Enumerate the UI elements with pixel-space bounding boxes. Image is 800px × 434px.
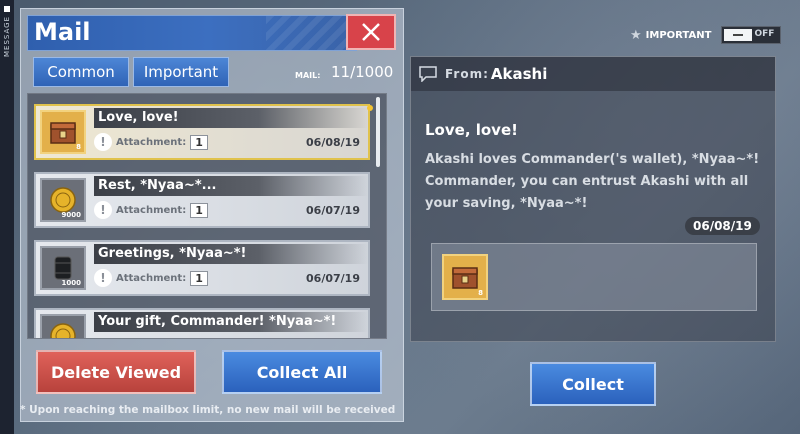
attachment-label: Attachment:: [116, 136, 187, 148]
side-strip: MESSAGE: [0, 0, 14, 434]
attachment-count: 1: [190, 134, 208, 150]
attachment-item[interactable]: 8: [442, 254, 488, 300]
side-indicator: [4, 6, 10, 12]
important-toggle[interactable]: OFF: [721, 26, 782, 44]
mail-date: 06/07/19: [306, 272, 360, 285]
attachment-box: 8: [431, 243, 757, 311]
from-label: From:: [445, 67, 489, 81]
mail-subject: Love, love!: [94, 108, 368, 128]
mail-item-selected[interactable]: 8 Love, love! ! Attachment: 1 06/08/19: [34, 104, 370, 160]
attachment-label: Attachment:: [116, 204, 187, 216]
mail-date: 06/08/19: [306, 136, 360, 149]
sender-name: Akashi: [490, 65, 548, 83]
exclamation-icon: !: [94, 133, 112, 151]
mail-item[interactable]: Your gift, Commander! *Nyaa~*!: [34, 308, 370, 338]
attachment-info: ! Attachment: 1: [94, 200, 244, 220]
mail-item[interactable]: 1000 Greetings, *Nyaa~*! ! Attachment: 1…: [34, 240, 370, 296]
delete-viewed-button[interactable]: Delete Viewed: [36, 350, 196, 394]
chest-icon: [452, 267, 478, 289]
detail-subject: Love, love!: [425, 121, 518, 139]
mail-header: Mail: [27, 15, 357, 51]
mail-date: 06/07/19: [306, 204, 360, 217]
chest-icon: [50, 122, 76, 144]
collect-button[interactable]: Collect: [530, 362, 656, 406]
toggle-knob: [724, 29, 753, 41]
close-button[interactable]: [346, 14, 396, 50]
mail-item[interactable]: 9000 Rest, *Nyaa~*... ! Attachment: 1 06…: [34, 172, 370, 228]
new-indicator: [367, 105, 373, 111]
scrollbar[interactable]: [376, 97, 380, 167]
item-quantity: 9000: [61, 211, 81, 219]
mail-count: 11/1000: [331, 63, 394, 81]
mail-subject: Greetings, *Nyaa~*!: [94, 244, 368, 264]
exclamation-icon: !: [94, 269, 112, 287]
mail-subject: Your gift, Commander! *Nyaa~*!: [94, 312, 368, 332]
star-icon: ★: [630, 27, 642, 43]
important-label: IMPORTANT: [645, 29, 712, 41]
item-quantity: 8: [76, 143, 81, 151]
collect-all-button[interactable]: Collect All: [222, 350, 382, 394]
attachment-info: ! Attachment: 1: [94, 268, 244, 288]
coin-icon: [50, 323, 76, 338]
mailbox-limit-note: * Upon reaching the mailbox limit, no ne…: [20, 404, 396, 416]
detail-body: Akashi loves Commander('s wallet), *Nyaa…: [425, 152, 760, 211]
item-quantity: 8: [478, 289, 483, 297]
exclamation-icon: !: [94, 201, 112, 219]
attachment-info: ! Attachment: 1: [94, 132, 244, 152]
attachment-thumb: [40, 314, 86, 338]
attachment-thumb: 9000: [40, 178, 86, 222]
mail-subject: Rest, *Nyaa~*...: [94, 176, 368, 196]
tab-common[interactable]: Common: [33, 57, 129, 87]
mail-list[interactable]: 8 Love, love! ! Attachment: 1 06/08/19 9…: [27, 93, 387, 339]
attachment-thumb: 1000: [40, 246, 86, 290]
mail-count-label: MAIL:: [295, 71, 321, 80]
attachment-label: Attachment:: [116, 272, 187, 284]
item-quantity: 1000: [61, 279, 81, 287]
from-bar: From: Akashi: [411, 57, 775, 91]
close-icon: [362, 23, 380, 41]
important-toggle-group: ★ IMPORTANT OFF: [630, 26, 782, 44]
tab-important[interactable]: Important: [133, 57, 229, 87]
page-title: Mail: [34, 18, 91, 46]
attachment-count: 1: [190, 270, 208, 286]
toggle-state: OFF: [754, 29, 775, 39]
side-label: MESSAGE: [3, 16, 11, 57]
mail-detail-panel: From: Akashi Love, love! Akashi loves Co…: [410, 56, 776, 342]
detail-date: 06/08/19: [685, 217, 760, 235]
attachment-thumb: 8: [40, 110, 86, 154]
attachment-count: 1: [190, 202, 208, 218]
chat-icon: [419, 66, 437, 82]
